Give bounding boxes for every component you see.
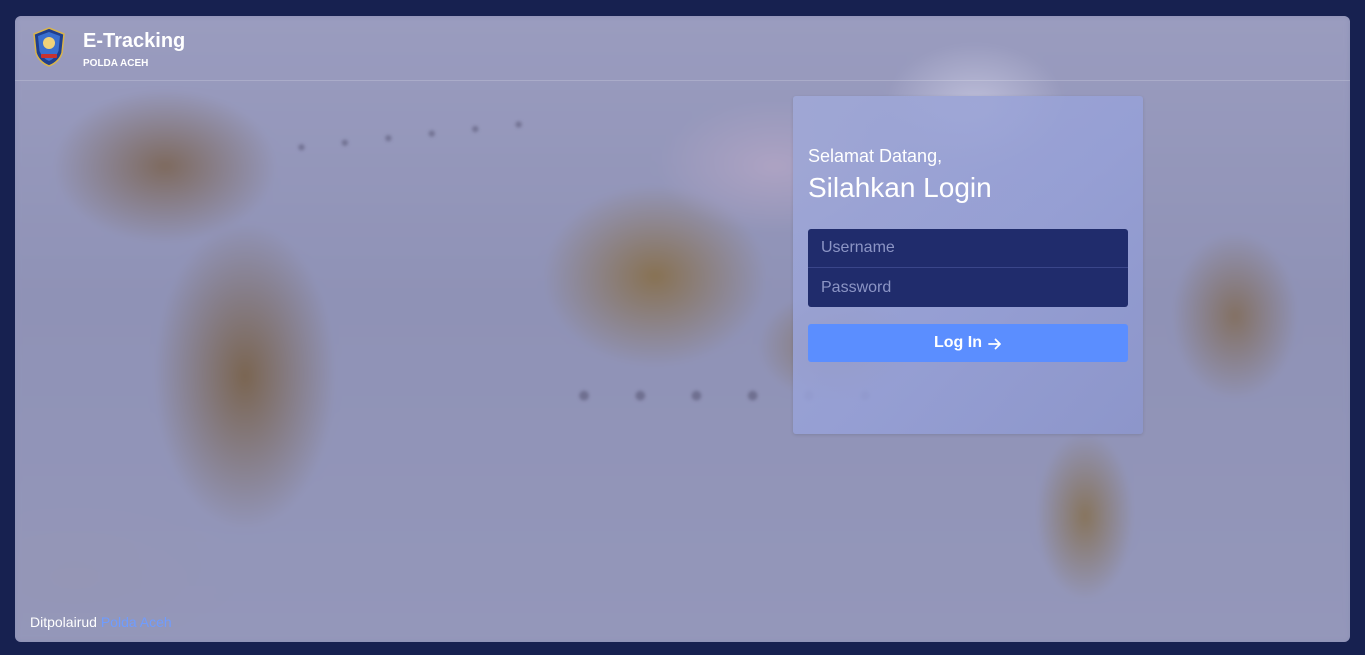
username-input[interactable] xyxy=(808,229,1128,268)
login-page: · · · · · · · · · · · · E-Tracking POLDA… xyxy=(15,16,1350,642)
footer-text: Ditpolairud xyxy=(30,614,97,630)
footer: Ditpolairud Polda Aceh xyxy=(30,614,172,630)
app-title: E-Tracking xyxy=(83,30,186,52)
arrow-right-icon xyxy=(988,338,1001,349)
greeting-text: Selamat Datang, xyxy=(808,146,943,166)
footer-link[interactable]: Polda Aceh xyxy=(101,614,172,630)
login-heading: Silahkan Login xyxy=(808,172,992,203)
login-button[interactable]: Log In xyxy=(808,324,1128,362)
background-map xyxy=(15,16,1350,642)
login-card: Selamat Datang, Silahkan Login Log In xyxy=(793,96,1143,434)
password-input[interactable] xyxy=(808,268,1128,307)
login-button-label: Log In xyxy=(934,334,982,351)
polda-aceh-badge-icon xyxy=(33,27,65,67)
app-subtitle: POLDA ACEH xyxy=(83,58,149,69)
app-header: E-Tracking POLDA ACEH xyxy=(15,16,1350,81)
